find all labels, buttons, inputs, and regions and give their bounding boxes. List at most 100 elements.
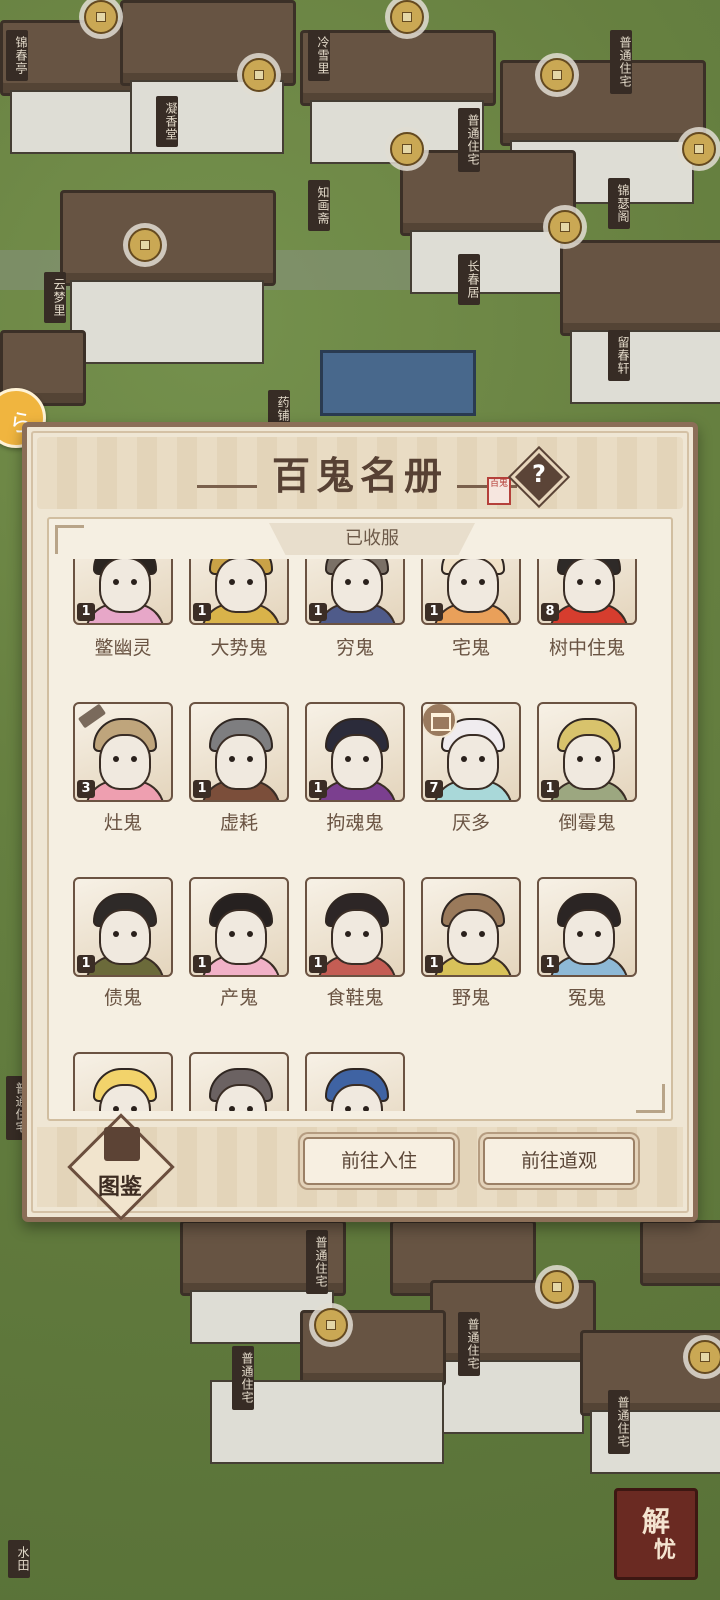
- ghost-card[interactable]: 1 倒霉鬼: [537, 702, 637, 835]
- ghost-face: [447, 559, 499, 613]
- ghost-count: 1: [541, 780, 559, 798]
- ghost-count: 1: [425, 955, 443, 973]
- ghost-card[interactable]: 1 虚耗: [189, 702, 289, 835]
- ghost-face: [563, 734, 615, 790]
- ghost-name: 野鬼: [451, 987, 490, 1009]
- ghost-face: [563, 909, 615, 965]
- ghost-face: [331, 734, 383, 790]
- ghost-portrait: 3: [73, 702, 173, 802]
- ghost-card[interactable]: 1 冤鬼: [537, 877, 637, 1010]
- seal-stamp: 百鬼: [487, 477, 511, 505]
- ghost-face: [563, 559, 615, 613]
- ghost-card[interactable]: 1 宅鬼: [421, 559, 521, 660]
- ghost-name: 产鬼: [219, 987, 258, 1009]
- ghost-face: [215, 734, 267, 790]
- ghost-card[interactable]: 8 树中住鬼: [537, 559, 637, 660]
- ghost-portrait: 1: [73, 1052, 173, 1111]
- ghost-portrait: 1: [189, 559, 289, 625]
- jieyou-button[interactable]: 解 忧: [614, 1488, 698, 1580]
- ghost-card[interactable]: 1 食鞋鬼: [305, 877, 405, 1010]
- ghost-card[interactable]: 1 鳖幽灵: [73, 559, 173, 660]
- ghost-face: [447, 734, 499, 790]
- ghost-face: [215, 559, 267, 613]
- ghost-name: 虚耗: [219, 812, 258, 834]
- ghost-card[interactable]: 7 厌多: [421, 702, 521, 835]
- jieyou-label-1: 解: [641, 1505, 670, 1538]
- ghost-name: 宅鬼: [451, 637, 490, 659]
- ghost-portrait: 8: [537, 559, 637, 625]
- ghost-portrait: 1: [421, 877, 521, 977]
- ghost-portrait: 1: [189, 702, 289, 802]
- building-badge-icon: [423, 704, 457, 738]
- ghost-face: [99, 559, 151, 613]
- ghost-portrait: 7: [421, 702, 521, 802]
- ghost-card[interactable]: 1 野鬼: [421, 877, 521, 1010]
- ghost-count: 1: [425, 603, 443, 621]
- modal-title: 百鬼名册: [271, 453, 448, 498]
- ghost-portrait: 1: [189, 1052, 289, 1111]
- ghost-card[interactable]: 1 债鬼: [73, 877, 173, 1010]
- ghost-name: 厌多: [451, 812, 490, 834]
- ghost-portrait: 1: [73, 559, 173, 625]
- ghost-name: 鳖幽灵: [94, 637, 152, 659]
- ghost-name: 穷鬼: [335, 637, 374, 659]
- ghost-grid-scroll[interactable]: 1 鳖幽灵 1 大势鬼 1 穷鬼 1 宅鬼 8 树中住鬼 3 灶鬼 1 虚耗 1 拘魂鬼 7 厌多 1 倒霉鬼 1 债鬼 1…: [73, 559, 653, 1111]
- ghost-count: 1: [541, 955, 559, 973]
- ghost-card[interactable]: 1冥鬼: [73, 1052, 173, 1111]
- ghost-face: [447, 909, 499, 965]
- ghost-portrait: 1: [305, 559, 405, 625]
- ghost-registry-modal: 百鬼名册 百鬼 ? 已收服 1 鳖幽灵 1 大势鬼 1 穷鬼 1 宅鬼 8 树中住鬼 3 灶鬼 1 虚耗 1…: [22, 422, 698, 1222]
- ghost-portrait: 1: [305, 877, 405, 977]
- go-move-in-button[interactable]: 前往入住: [303, 1137, 455, 1185]
- ghost-portrait: 1: [537, 877, 637, 977]
- ghost-list-panel: 已收服 1 鳖幽灵 1 大势鬼 1 穷鬼 1 宅鬼 8 树中住鬼 3 灶鬼 1 虚耗 1 拘魂鬼 7 厌多 1 倒霉鬼…: [47, 517, 673, 1121]
- ghost-portrait: 1: [73, 877, 173, 977]
- ghost-face: [331, 559, 383, 613]
- ghost-count: 1: [77, 955, 95, 973]
- ghost-count: 1: [309, 955, 327, 973]
- ghost-card[interactable]: 1 大势鬼: [189, 559, 289, 660]
- ghost-card[interactable]: 3 灶鬼: [73, 702, 173, 835]
- ghost-face: [99, 909, 151, 965]
- ghost-count: 1: [193, 603, 211, 621]
- ghost-name: 倒霉鬼: [558, 812, 616, 834]
- ghost-count: 1: [309, 603, 327, 621]
- ghost-portrait: 1: [537, 702, 637, 802]
- ghost-count: 1: [193, 780, 211, 798]
- help-icon: ?: [532, 460, 546, 489]
- section-tag-collected: 已收服: [269, 523, 475, 555]
- ghost-name: 债鬼: [103, 987, 142, 1009]
- tujian-label: 图鉴: [97, 1174, 142, 1200]
- ghost-name: 冤鬼: [567, 987, 606, 1009]
- ghost-name: 树中住鬼: [548, 637, 625, 659]
- ghost-name: 拘魂鬼: [326, 812, 384, 834]
- ghost-name: 食鞋鬼: [326, 987, 384, 1009]
- tujian-button[interactable]: 图鉴: [67, 1113, 175, 1221]
- ghost-count: 3: [77, 780, 95, 798]
- ghost-grid: 1 鳖幽灵 1 大势鬼 1 穷鬼 1 宅鬼 8 树中住鬼 3 灶鬼 1 虚耗 1 拘魂鬼 7 厌多 1 倒霉鬼 1 债鬼 1…: [73, 559, 637, 1111]
- ghost-name: 灶鬼: [103, 812, 142, 834]
- ghost-card[interactable]: 1投胎鬼: [305, 1052, 405, 1111]
- jieyou-label-2: 忧: [653, 1537, 676, 1563]
- ghost-portrait: 1: [189, 877, 289, 977]
- modal-header: 百鬼名册 百鬼 ?: [37, 437, 683, 509]
- go-temple-button[interactable]: 前往道观: [483, 1137, 635, 1185]
- ghost-card[interactable]: 1 产鬼: [189, 877, 289, 1010]
- ghost-name: 大势鬼: [210, 637, 268, 659]
- ghost-count: 1: [193, 955, 211, 973]
- ghost-count: 1: [77, 603, 95, 621]
- ghost-count: 7: [425, 780, 443, 798]
- ghost-face: [99, 734, 151, 790]
- ghost-face: [331, 909, 383, 965]
- ghost-card[interactable]: 1 拘魂鬼: [305, 702, 405, 835]
- corner-ornament: [55, 525, 84, 554]
- ghost-portrait: 1: [421, 559, 521, 625]
- book-icon: [104, 1127, 140, 1161]
- ghost-count: 8: [541, 603, 559, 621]
- ghost-card[interactable]: 1 穷鬼: [305, 559, 405, 660]
- ghost-card[interactable]: 1吊死鬼: [189, 1052, 289, 1111]
- ghost-portrait: 1: [305, 702, 405, 802]
- ghost-portrait: 1: [305, 1052, 405, 1111]
- ghost-face: [215, 909, 267, 965]
- ghost-count: 1: [309, 780, 327, 798]
